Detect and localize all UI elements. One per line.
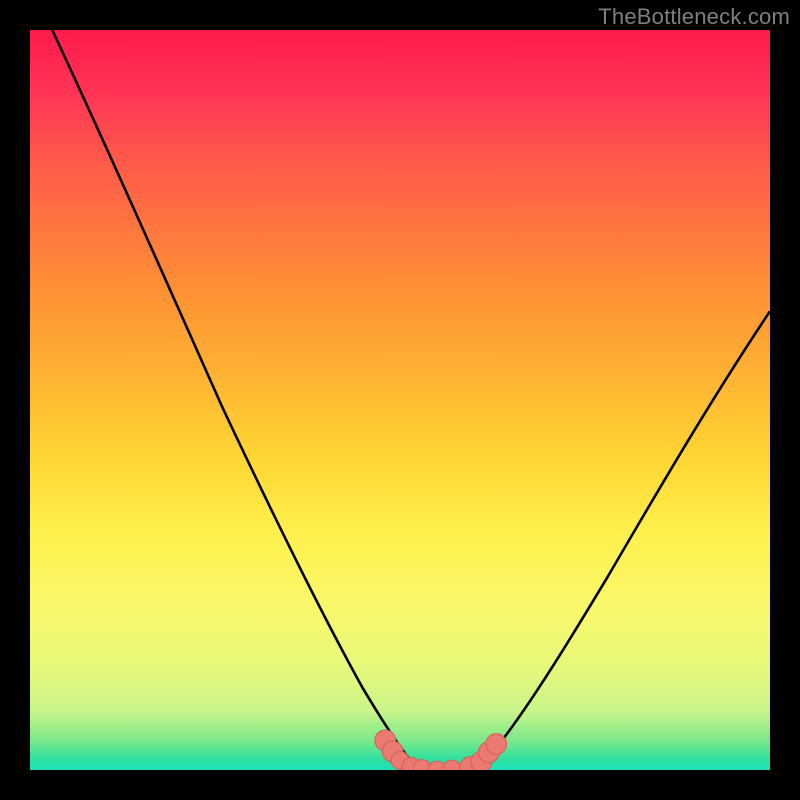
watermark-text: TheBottleneck.com: [598, 4, 790, 30]
bottleneck-markers: [375, 730, 507, 770]
plot-area: [30, 30, 770, 770]
curve-right-branch: [437, 311, 770, 770]
chart-frame: TheBottleneck.com: [0, 0, 800, 800]
curve-left-branch: [52, 30, 437, 770]
curve-svg: [30, 30, 770, 770]
